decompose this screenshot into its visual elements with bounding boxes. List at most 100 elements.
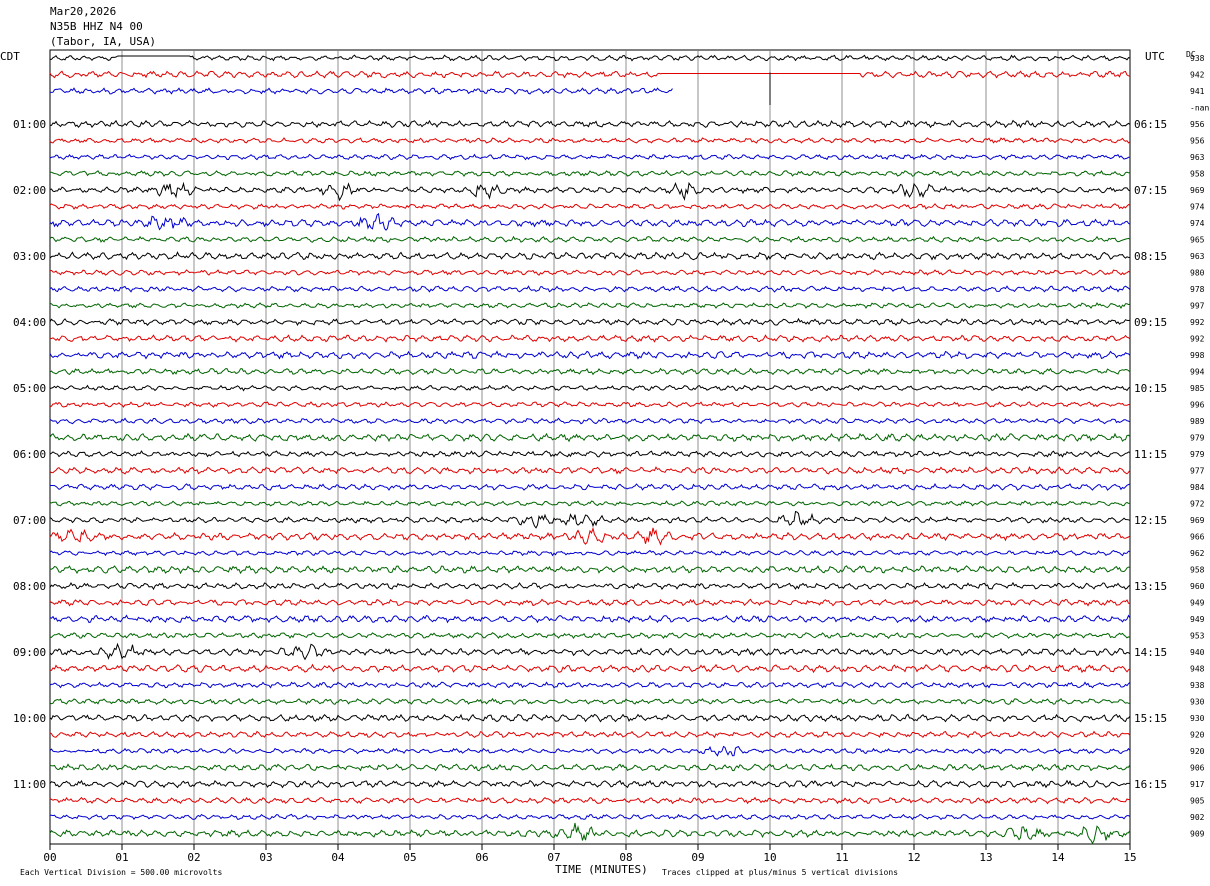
dc-value: 974 (1190, 219, 1205, 228)
cdt-hour-label: 10:00 (13, 712, 46, 725)
x-tick-label: 10 (763, 851, 776, 864)
seismic-trace (49, 465, 1131, 475)
date-label: Mar20,2026 (50, 5, 116, 18)
utc-label: UTC (1145, 50, 1165, 63)
seismic-trace (49, 663, 1131, 674)
seismic-trace (49, 367, 1131, 376)
seismic-traces (49, 54, 1131, 845)
dc-value: 953 (1190, 632, 1205, 641)
utc-hour-label: 15:15 (1134, 712, 1167, 725)
utc-hour-label: 10:15 (1134, 382, 1167, 395)
dc-value: 966 (1190, 533, 1205, 542)
dc-value: 930 (1190, 698, 1205, 707)
cdt-hour-label: 04:00 (13, 316, 46, 329)
seismic-trace (49, 302, 1130, 309)
seismic-trace (49, 510, 1131, 529)
seismic-trace (49, 212, 1131, 231)
seismic-trace (49, 632, 1131, 640)
dc-value: 942 (1190, 71, 1205, 80)
dc-value: 949 (1190, 599, 1205, 608)
seismic-trace (49, 500, 1131, 507)
dc-value: 984 (1190, 483, 1205, 492)
dc-value: 956 (1190, 137, 1205, 146)
utc-hour-label: 14:15 (1134, 646, 1167, 659)
dc-value: 938 (1190, 54, 1205, 63)
dc-value: 969 (1190, 186, 1205, 195)
x-tick-label: 00 (43, 851, 56, 864)
dc-value: 972 (1190, 500, 1205, 509)
seismic-trace (49, 401, 1131, 408)
x-tick-label: 14 (1051, 851, 1065, 864)
seismic-trace (49, 526, 1131, 546)
cdt-hour-labels: 01:00 02:00 03:00 04:00 05:00 06:00 07:00 08:00… (13, 118, 46, 791)
utc-hour-label: 12:15 (1134, 514, 1167, 527)
dc-value: 905 (1190, 797, 1205, 806)
seismic-trace (49, 384, 1131, 392)
cdt-hour-label: 06:00 (13, 448, 46, 461)
utc-hour-label: 13:15 (1134, 580, 1167, 593)
dc-value: 974 (1190, 203, 1205, 212)
dc-value: 977 (1190, 467, 1205, 476)
utc-hour-label: 06:15 (1134, 118, 1167, 131)
dc-value: 989 (1190, 417, 1205, 426)
utc-hour-labels: 06:15 07:15 08:15 09:15 10:15 11:15 12:15 13:15… (1134, 118, 1167, 791)
x-axis-ticks: 00 01 02 03 04 05 06 07 08 09 10 11 12 13 14 15 (43, 844, 1137, 864)
seismic-trace (49, 87, 673, 95)
minute-grid (121, 50, 1059, 844)
cdt-hour-label: 01:00 (13, 118, 46, 131)
x-tick-label: 02 (187, 851, 200, 864)
x-tick-label: 11 (835, 851, 848, 864)
cdt-hour-label: 05:00 (13, 382, 46, 395)
dc-value: 909 (1190, 830, 1205, 839)
seismic-trace (49, 251, 1131, 261)
seismic-trace (49, 417, 1131, 425)
seismic-trace (49, 730, 1131, 739)
seismic-trace (49, 181, 1131, 202)
cdt-label: CDT (0, 50, 20, 63)
x-axis-title: TIME (MINUTES) (555, 863, 648, 876)
cdt-hour-label: 11:00 (13, 778, 46, 791)
seismic-trace (49, 153, 1131, 161)
seismic-trace (50, 169, 1131, 178)
dc-value: 994 (1190, 368, 1205, 377)
dc-value: 980 (1190, 269, 1205, 278)
seismic-trace (49, 317, 1131, 327)
dc-value: 906 (1190, 764, 1205, 773)
seismic-trace (49, 813, 1131, 821)
utc-hour-label: 09:15 (1134, 316, 1167, 329)
dc-value: 920 (1190, 731, 1205, 740)
dc-value: 902 (1190, 813, 1205, 822)
cdt-hour-label: 02:00 (13, 184, 46, 197)
seismic-trace (49, 713, 1131, 723)
station-label: N35B HHZ N4 00 (50, 20, 143, 33)
utc-hour-label: 11:15 (1134, 448, 1167, 461)
dc-value: 963 (1190, 252, 1205, 261)
seismic-trace (49, 822, 1131, 845)
seismic-trace (49, 235, 1131, 243)
scale-note: Each Vertical Division = 500.00 microvol… (20, 868, 222, 877)
dc-value: 920 (1190, 747, 1205, 756)
helicorder-chart: Mar20,2026 N35B HHZ N4 00 (Tabor, IA, US… (0, 5, 1209, 877)
seismic-trace (49, 614, 1131, 624)
dc-value: 948 (1190, 665, 1205, 674)
dc-value: 958 (1190, 566, 1205, 575)
dc-values: 938 942 941 -nan 956 956 963 958 969 974 974 965 963… (1190, 54, 1209, 839)
dc-value: 979 (1190, 450, 1205, 459)
utc-hour-label: 08:15 (1134, 250, 1167, 263)
cdt-hour-label: 08:00 (13, 580, 46, 593)
dc-value: 940 (1190, 648, 1205, 657)
dc-value: -nan (1190, 104, 1209, 113)
seismic-trace (49, 642, 1131, 661)
x-tick-label: 04 (331, 851, 345, 864)
dc-value: 978 (1190, 285, 1205, 294)
seismic-trace (49, 482, 1131, 491)
dc-value: 997 (1190, 302, 1205, 311)
dc-value: 985 (1190, 384, 1205, 393)
clip-note: Traces clipped at plus/minus 5 vertical … (662, 868, 898, 877)
dc-value: 965 (1190, 236, 1205, 245)
dc-value: 941 (1190, 87, 1205, 96)
seismic-trace (49, 796, 1131, 805)
cdt-hour-label: 09:00 (13, 646, 46, 659)
dc-value: 998 (1190, 351, 1205, 360)
dc-value: 962 (1190, 549, 1205, 558)
